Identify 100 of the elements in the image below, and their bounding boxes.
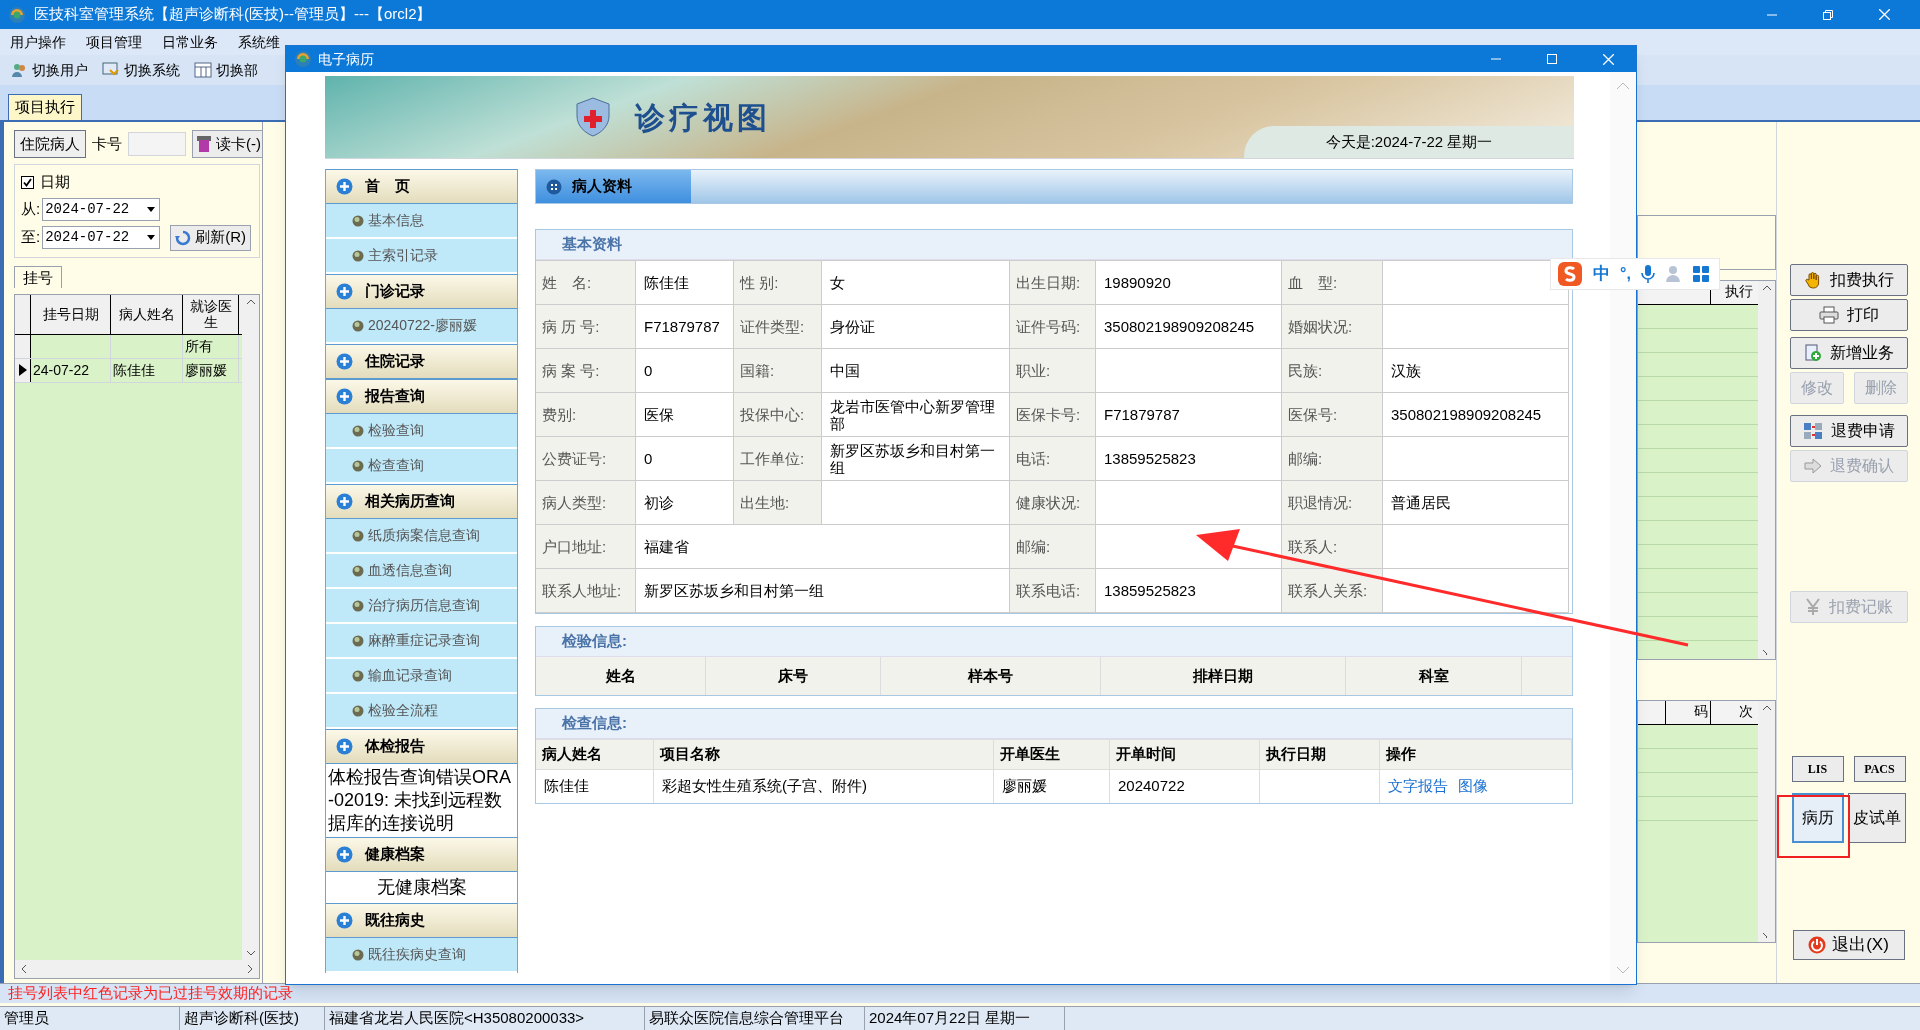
inpatient-button[interactable]: 住院病人 [14,130,86,158]
column-header: 姓名 [605,665,636,686]
toolbar-button[interactable]: 切换用户 [10,59,88,81]
nav-item[interactable]: 麻醉重症记录查询 [326,624,517,659]
table-cell: 陈佳佳 [536,770,654,803]
action-button[interactable]: 扣费执行 [1789,264,1908,296]
status-bar-item: 管理员 [0,1007,180,1030]
nav-section-header[interactable]: 住院记录 [326,344,517,379]
field-value: 0 [636,437,734,481]
ime-logo-icon [1557,261,1583,287]
field-value: 350802198909208245 [1096,305,1282,349]
record-button[interactable]: 病历 [1791,793,1844,843]
date-picker[interactable]: 2024-07-22 [42,197,161,221]
nav-item[interactable]: 主索引记录 [326,239,517,274]
menu-item[interactable]: 项目管理 [86,31,142,53]
row-selector[interactable] [15,334,31,358]
system-button[interactable]: LIS [1791,756,1844,782]
close-icon [1878,9,1890,20]
current-row-icon [18,364,27,376]
table-cell: 彩超女性生殖系统(子宫、附件) [654,770,994,803]
horizontal-scrollbar[interactable] [15,960,259,978]
nav-section-header[interactable]: 相关病历查询 [326,484,517,519]
nav-item[interactable]: 既往疾病史查询 [326,938,517,973]
arrow-icon [1803,458,1822,474]
menu-item[interactable]: 用户操作 [10,31,66,53]
nav-section-header[interactable]: 既往病史 [326,903,517,938]
field-value: 350802198909208245 [1383,393,1569,437]
date-checkbox[interactable] [21,175,34,189]
field-label: 病 案 号: [536,349,636,393]
date-picker[interactable]: 2024-07-22 [42,226,161,249]
field-label: 血 型: [1282,261,1383,305]
card-number-field[interactable] [128,132,186,156]
table-cell: 20240722 [1110,770,1260,803]
app-logo-icon [294,50,312,68]
bullet-icon [352,319,364,332]
nav-section-header[interactable]: 报告查询 [326,379,517,414]
system-button[interactable]: PACS [1853,756,1906,782]
person-icon [1664,265,1683,283]
field-label: 公费证号: [536,437,636,481]
report-link[interactable]: 图像 [1458,775,1488,798]
scroll-up-icon [1761,285,1772,291]
read-card-button[interactable]: 读卡(-) [192,130,265,158]
vertical-scrollbar[interactable] [1610,72,1636,984]
hand-icon [1803,271,1822,289]
column-header: 项目名称 [660,744,720,765]
field-label: 证件类型: [734,305,822,349]
field-value: 新罗区苏坂乡和目村第一组 [822,437,1010,481]
toolbar-button[interactable]: 切换部 [194,59,258,81]
tab[interactable]: 项目执行 [8,94,82,120]
field-label: 联系人关系: [1282,569,1383,613]
nav-section-header[interactable]: 首 页 [326,169,517,204]
window-title: 电子病历 [318,49,374,69]
check-icon [22,176,33,188]
field-value: F71879787 [636,305,734,349]
tab[interactable]: 病人资料 [536,170,691,203]
app-logo-icon [8,5,26,24]
nav-section-header[interactable]: 体检报告 [326,729,517,764]
record-button[interactable]: 皮试单 [1847,793,1906,843]
toolbar-button[interactable]: 切换系统 [102,59,180,81]
refresh-button[interactable]: 刷新(R) [170,224,251,251]
row-selector[interactable] [15,358,31,382]
menu-item[interactable]: 日常业务 [162,31,218,53]
action-button[interactable]: 新增业务 [1789,337,1908,369]
nav-section-header[interactable]: 门诊记录 [326,274,517,309]
nav-item[interactable]: 检验查询 [326,414,517,449]
nav-section-header[interactable]: 健康档案 [326,837,517,872]
column-header: 病人姓名 [542,744,602,765]
nav-item[interactable]: 20240722-廖丽媛 [326,309,517,344]
table-cell: 所有 [183,334,239,358]
input-mode-toggle[interactable]: 中 [1593,261,1610,287]
action-button[interactable]: 打印 [1789,299,1908,331]
nav-item[interactable]: 血透信息查询 [326,554,517,589]
field-value: 中国 [822,349,1010,393]
card-reader-icon [196,135,212,153]
column-header: 科室 [1418,665,1449,686]
bullet-icon [352,599,364,612]
nav-item[interactable]: 检验全流程 [326,694,517,729]
restore-icon [1823,9,1833,20]
scroll-right-icon [247,964,253,974]
bullet-icon [352,704,364,717]
field-label: 健康状况: [1010,481,1096,525]
report-link[interactable]: 文字报告 [1388,775,1448,798]
column-header: 排样日期 [1193,665,1253,686]
action-button[interactable]: 退费申请 [1789,415,1908,447]
nav-item[interactable]: 纸质病案信息查询 [326,519,517,554]
nav-item[interactable]: 治疗病历信息查询 [326,589,517,624]
nav-item[interactable]: 基本信息 [326,204,517,239]
table-cell: 24-07-22 [31,358,111,382]
status-bar-item: 2024年07月22日 星期一 [865,1007,1065,1030]
exit-button[interactable]: 退出(X) [1792,930,1905,960]
punctuation-toggle[interactable]: °, [1620,262,1631,286]
menu-item[interactable]: 系统维 [238,31,280,53]
nav-item[interactable]: 输血记录查询 [326,659,517,694]
column-header: 码 [1665,701,1710,724]
status-bar-item: 超声诊断科(医技) [180,1007,325,1030]
column-header: 床号 [778,665,808,686]
nav-item[interactable]: 检查查询 [326,449,517,484]
field-value: 13859525823 [1096,437,1282,481]
field-label: 电话: [1010,437,1096,481]
tab[interactable]: 挂号 [14,265,62,288]
